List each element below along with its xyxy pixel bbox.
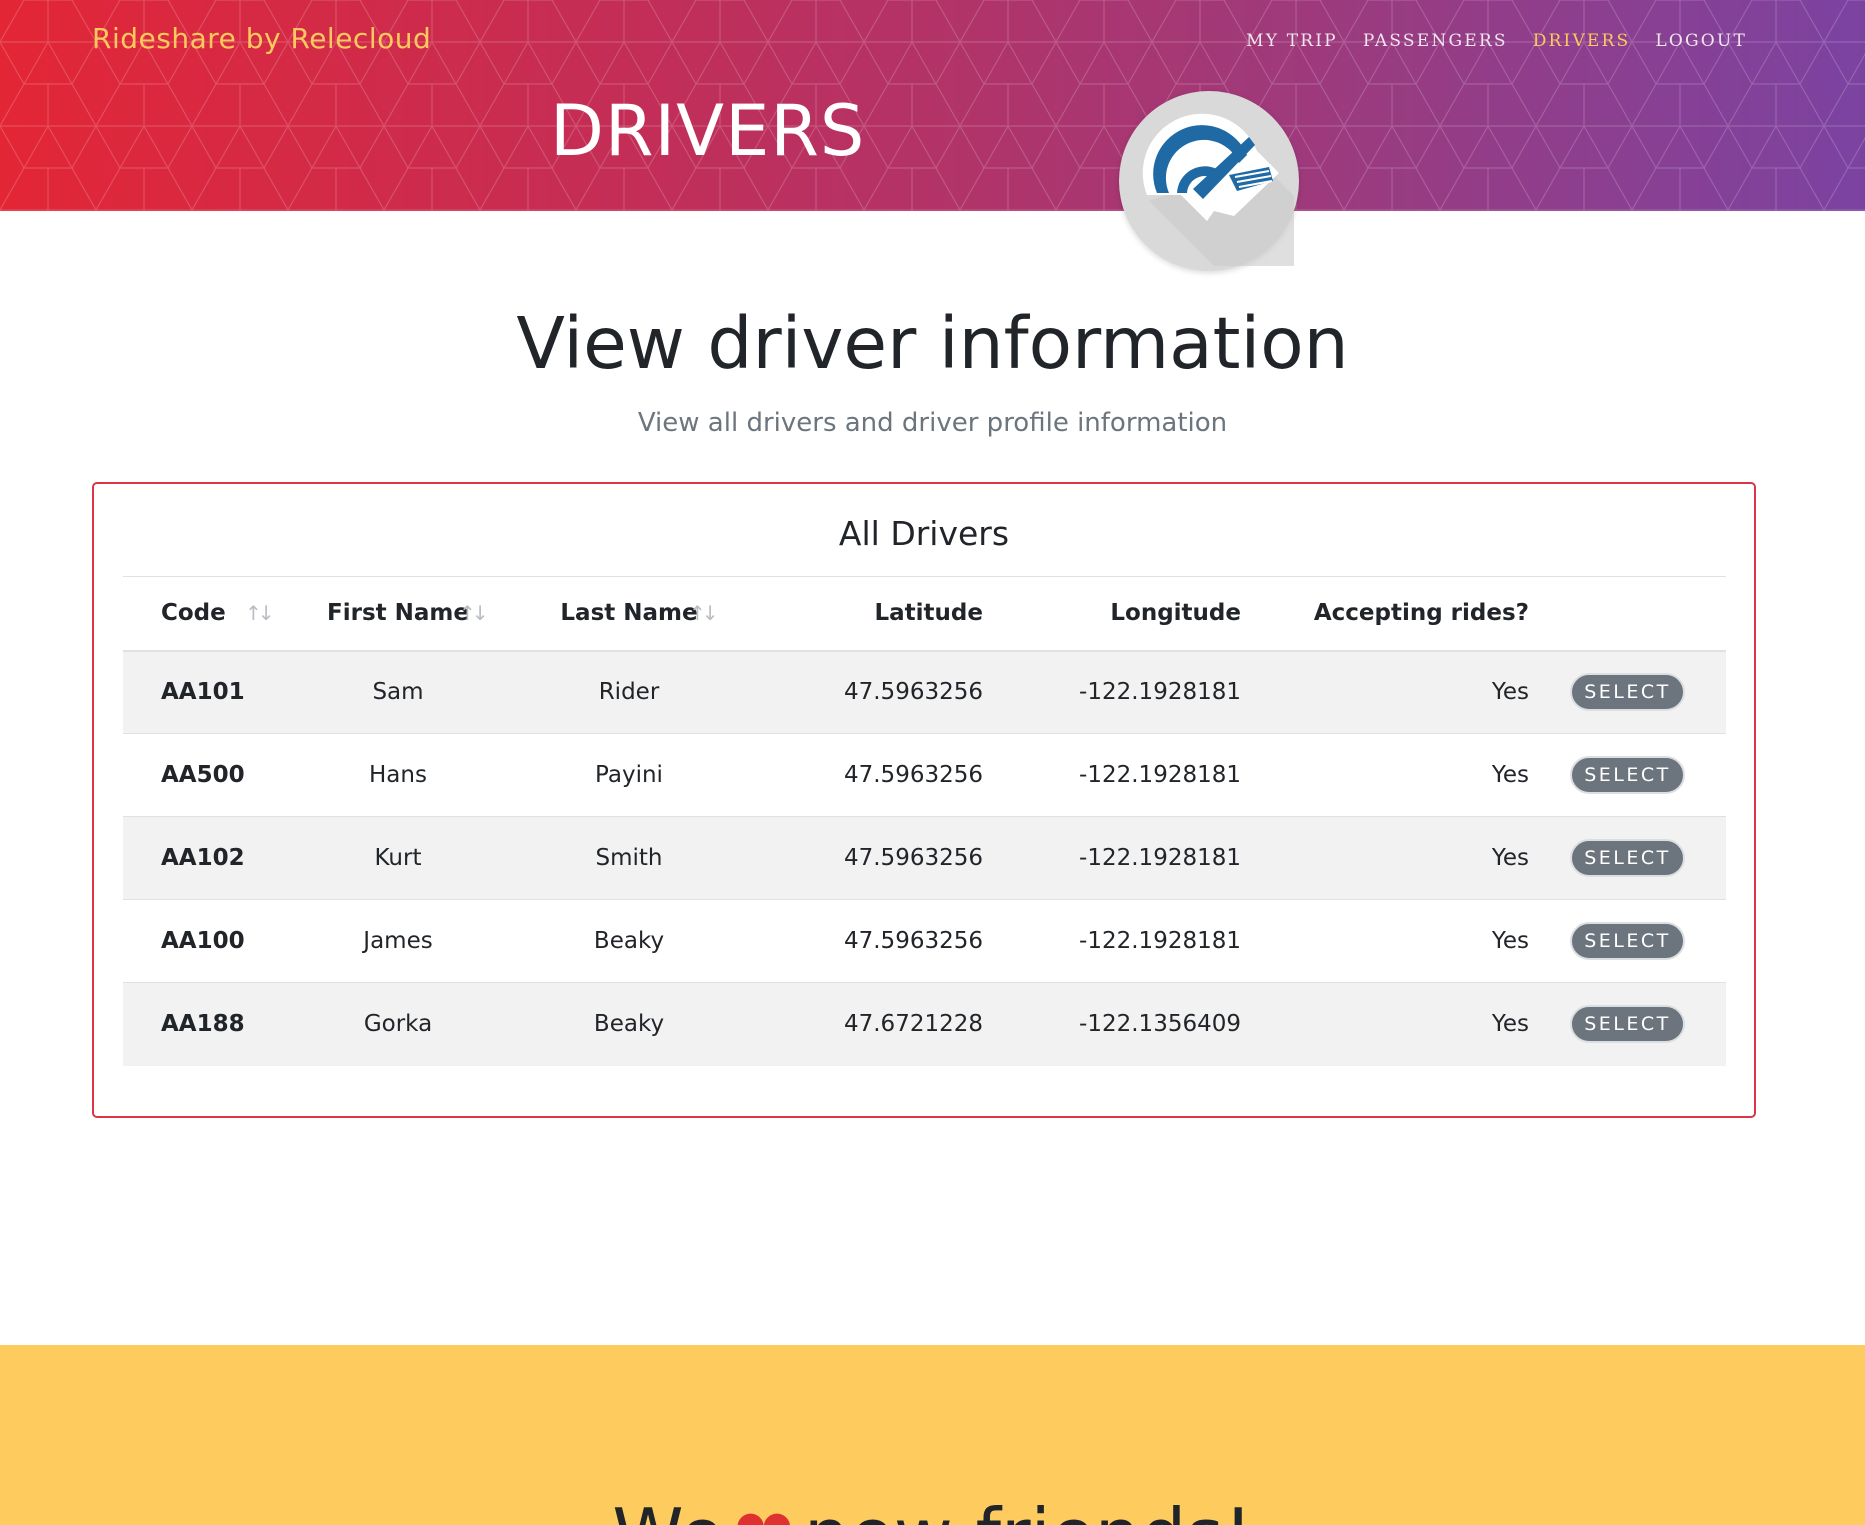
main-subtitle: View all drivers and driver profile info…: [637, 408, 1228, 438]
sort-icon[interactable]: ↑↓: [245, 601, 274, 625]
table-row: AA101 Sam Rider 47.5963256 -122.1928181 …: [123, 650, 1726, 734]
nav-link-logout[interactable]: LOGOUT: [1655, 31, 1747, 51]
cell-first-name: Kurt: [374, 845, 422, 871]
table-row: AA188 Gorka Beaky 47.6721228 -122.135640…: [123, 982, 1726, 1066]
footer-tagline: We ❤ new friends!: [0, 1493, 1865, 1525]
cell-latitude: 47.5963256: [843, 679, 983, 706]
drivers-table: Code ↑↓ First Name ↑↓ Last Name ↑↓ Latit…: [123, 576, 1726, 1066]
column-header-first-name[interactable]: First Name ↑↓: [283, 577, 513, 651]
column-header-label: Last Name: [560, 600, 698, 627]
table-row: AA500 Hans Payini 47.5963256 -122.192818…: [123, 733, 1726, 817]
drivers-card: All Drivers Code ↑↓ First Name ↑↓ Last N…: [92, 482, 1756, 1118]
cell-accepting-rides: Yes: [1491, 928, 1529, 954]
column-header-actions: [1529, 577, 1726, 651]
cell-longitude: -122.1928181: [1079, 679, 1241, 706]
select-button[interactable]: SELECT: [1570, 922, 1685, 960]
column-header-label: Code: [161, 600, 226, 627]
main-nav: MY TRIP PASSENGERS DRIVERS LOGOUT: [1246, 31, 1747, 51]
table-row: AA102 Kurt Smith 47.5963256 -122.1928181…: [123, 816, 1726, 900]
footer-tagline-after: new friends!: [804, 1493, 1253, 1525]
main-title: View driver information: [516, 302, 1349, 385]
cell-longitude: -122.1356409: [1079, 1011, 1241, 1038]
cell-first-name: Hans: [369, 762, 427, 788]
site-footer: We ❤ new friends!: [0, 1345, 1865, 1525]
cell-longitude: -122.1928181: [1079, 762, 1241, 788]
cell-accepting-rides: Yes: [1491, 679, 1529, 706]
column-header-label: First Name: [327, 600, 469, 627]
cell-code: AA101: [161, 679, 245, 706]
speedometer-badge: [1119, 91, 1299, 271]
cell-first-name: Gorka: [363, 1011, 433, 1038]
cell-longitude: -122.1928181: [1079, 845, 1241, 871]
nav-link-my-trip[interactable]: MY TRIP: [1246, 31, 1338, 51]
nav-link-drivers[interactable]: DRIVERS: [1533, 31, 1631, 51]
table-row: AA100 James Beaky 47.5963256 -122.192818…: [123, 899, 1726, 983]
heart-icon: ❤: [734, 1493, 794, 1525]
column-header-accepting-rides: Accepting rides?: [1313, 600, 1529, 627]
card-title: All Drivers: [838, 514, 1010, 553]
sort-icon[interactable]: ↑↓: [459, 601, 488, 625]
select-button[interactable]: SELECT: [1570, 756, 1685, 794]
nav-link-passengers[interactable]: PASSENGERS: [1363, 31, 1508, 51]
cell-first-name: James: [363, 928, 433, 954]
cell-latitude: 47.5963256: [843, 928, 983, 954]
cell-code: AA102: [161, 845, 245, 871]
cell-latitude: 47.6721228: [843, 1011, 983, 1038]
brand-link[interactable]: Rideshare by Relecloud: [92, 22, 431, 55]
cell-code: AA500: [161, 762, 245, 788]
select-button[interactable]: SELECT: [1570, 839, 1685, 877]
sort-icon[interactable]: ↑↓: [689, 601, 718, 625]
cell-last-name: Payini: [595, 762, 663, 788]
column-header-longitude: Longitude: [1110, 600, 1241, 627]
cell-latitude: 47.5963256: [843, 762, 983, 788]
speedometer-icon: [1142, 113, 1294, 266]
cell-accepting-rides: Yes: [1491, 845, 1529, 871]
cell-accepting-rides: Yes: [1491, 1011, 1529, 1038]
footer-tagline-before: We: [612, 1493, 723, 1525]
column-header-code[interactable]: Code ↑↓: [123, 577, 283, 651]
cell-longitude: -122.1928181: [1079, 928, 1241, 954]
select-button[interactable]: SELECT: [1570, 673, 1685, 712]
cell-last-name: Smith: [595, 845, 663, 871]
cell-code: AA100: [161, 928, 245, 954]
site-header: Rideshare by Relecloud MY TRIP PASSENGER…: [0, 0, 1865, 211]
cell-last-name: Beaky: [593, 928, 665, 954]
cell-last-name: Rider: [598, 679, 660, 706]
select-button[interactable]: SELECT: [1570, 1005, 1685, 1044]
cell-first-name: Sam: [372, 679, 424, 706]
cell-accepting-rides: Yes: [1491, 762, 1529, 788]
cell-code: AA188: [161, 1011, 245, 1038]
page-heading: DRIVERS: [550, 90, 866, 172]
column-header-latitude: Latitude: [874, 600, 984, 627]
cell-last-name: Beaky: [593, 1011, 665, 1038]
table-header-row: Code ↑↓ First Name ↑↓ Last Name ↑↓ Latit…: [123, 576, 1726, 651]
column-header-last-name[interactable]: Last Name ↑↓: [513, 577, 745, 651]
cell-latitude: 47.5963256: [843, 845, 983, 871]
drivers-table-wrapper: Code ↑↓ First Name ↑↓ Last Name ↑↓ Latit…: [123, 576, 1726, 1066]
